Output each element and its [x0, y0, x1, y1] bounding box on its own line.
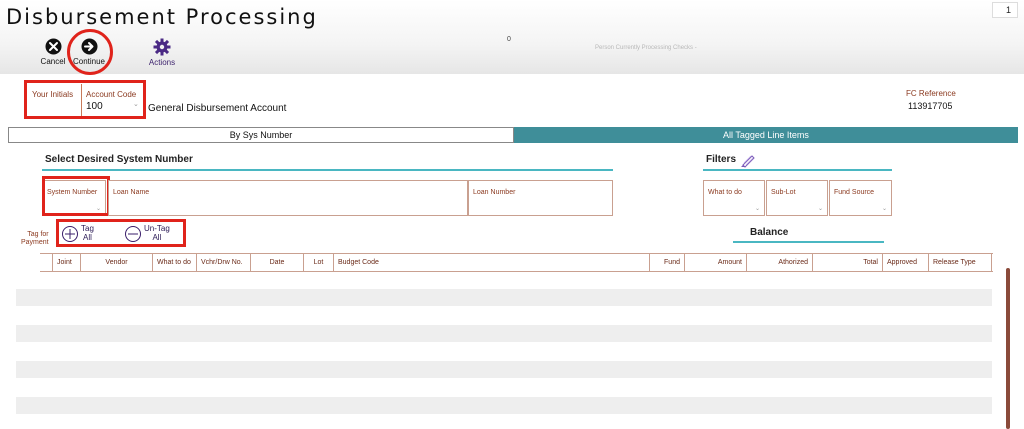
account-name: General Disbursement Account [148, 103, 287, 114]
filters-underline [703, 169, 892, 171]
chevron-down-icon: ⌄ [754, 206, 760, 212]
chevron-down-icon: ⌄ [133, 101, 139, 108]
column-header-date[interactable]: Date [250, 254, 303, 272]
gear-icon [153, 38, 171, 56]
column-header-total[interactable]: Total [812, 254, 882, 272]
page-title: Disbursement Processing [6, 5, 318, 29]
field-divider [81, 84, 82, 116]
column-header-joint[interactable]: Joint [52, 254, 80, 272]
table-header: Joint Vendor What to do Vchr/Drw No. Dat… [40, 253, 993, 272]
section-underline [42, 169, 613, 171]
header: Disbursement Processing 1 Cancel Continu… [0, 0, 1024, 75]
tag-for-payment-label: Tag for Payment [21, 231, 49, 247]
column-header-budget-code[interactable]: Budget Code [333, 254, 649, 272]
tag-for-line1: Tag for [27, 231, 49, 238]
tag-for-line2: Payment [21, 239, 49, 246]
tag-all-label: Tag All [81, 224, 94, 242]
system-number-highlight-box [42, 176, 110, 216]
vertical-scrollbar[interactable] [1006, 268, 1010, 429]
untag-all-button[interactable]: Un-Tag All [125, 224, 180, 245]
balance-heading: Balance [750, 227, 789, 238]
table-row [16, 361, 992, 378]
loan-name-label: Loan Name [113, 189, 150, 196]
tag-all-line2: All [83, 233, 92, 242]
tag-all-line1: Tag [81, 224, 94, 233]
sub-lot-select[interactable]: Sub-Lot ⌄ [766, 180, 828, 216]
select-system-heading: Select Desired System Number [45, 154, 193, 165]
fc-reference-label: FC Reference [906, 89, 956, 98]
account-code-label: Account Code [86, 90, 137, 99]
loan-number-label: Loan Number [473, 189, 516, 196]
column-header-what-to-do[interactable]: What to do [152, 254, 196, 272]
pencil-icon[interactable] [740, 152, 756, 168]
untag-all-line2: All [152, 233, 162, 242]
account-highlight-box [24, 80, 146, 119]
tab-by-sys-number[interactable]: By Sys Number [8, 127, 514, 143]
page-number-field[interactable]: 1 [992, 2, 1018, 18]
fund-source-select[interactable]: Fund Source ⌄ [829, 180, 892, 216]
filters-heading: Filters [706, 154, 737, 165]
untag-all-line1: Un-Tag [144, 224, 170, 233]
column-header-vendor[interactable]: Vendor [80, 254, 152, 272]
column-header-amount[interactable]: Amount [684, 254, 746, 272]
account-code-select[interactable]: 100 [86, 101, 103, 112]
plus-circle-icon [62, 226, 78, 242]
processing-count: 0 [507, 36, 511, 43]
loan-number-field[interactable]: Loan Number [468, 180, 613, 216]
what-to-do-select[interactable]: What to do ⌄ [703, 180, 765, 216]
column-header-athorized[interactable]: Athorized [746, 254, 812, 272]
fc-reference-value: 113917705 [908, 101, 953, 111]
what-to-do-label: What to do [708, 189, 742, 196]
column-header-approved[interactable]: Approved [882, 254, 928, 272]
column-header-vchr-drw-no[interactable]: Vchr/Drw No. [196, 254, 250, 272]
table-row [16, 397, 992, 414]
sub-lot-label: Sub-Lot [771, 189, 796, 196]
actions-button[interactable]: Actions [146, 38, 178, 67]
actions-label: Actions [148, 58, 176, 67]
initials-label: Your Initials [32, 90, 74, 99]
cancel-button[interactable]: Cancel [38, 38, 68, 66]
tag-all-button[interactable]: Tag All [62, 224, 102, 245]
column-header-release-type[interactable]: Release Type [928, 254, 992, 272]
chevron-down-icon: ⌄ [881, 206, 887, 212]
fund-source-label: Fund Source [834, 189, 875, 196]
cancel-label: Cancel [40, 57, 66, 66]
processing-status: Person Currently Processing Checks - [595, 45, 697, 51]
continue-highlight-ring [67, 29, 113, 75]
table-row [16, 325, 992, 342]
page: Disbursement Processing 1 Cancel Continu… [0, 0, 1024, 429]
tab-all-tagged-line-items[interactable]: All Tagged Line Items [514, 127, 1018, 143]
column-header-lot[interactable]: Lot [303, 254, 333, 272]
close-icon [45, 38, 61, 55]
column-header-fund[interactable]: Fund [649, 254, 684, 272]
untag-all-label: Un-Tag All [144, 224, 170, 242]
balance-underline [733, 241, 884, 243]
table-row [16, 289, 992, 306]
chevron-down-icon: ⌄ [817, 206, 823, 212]
loan-name-field[interactable]: Loan Name [108, 180, 468, 216]
minus-circle-icon [125, 226, 141, 242]
